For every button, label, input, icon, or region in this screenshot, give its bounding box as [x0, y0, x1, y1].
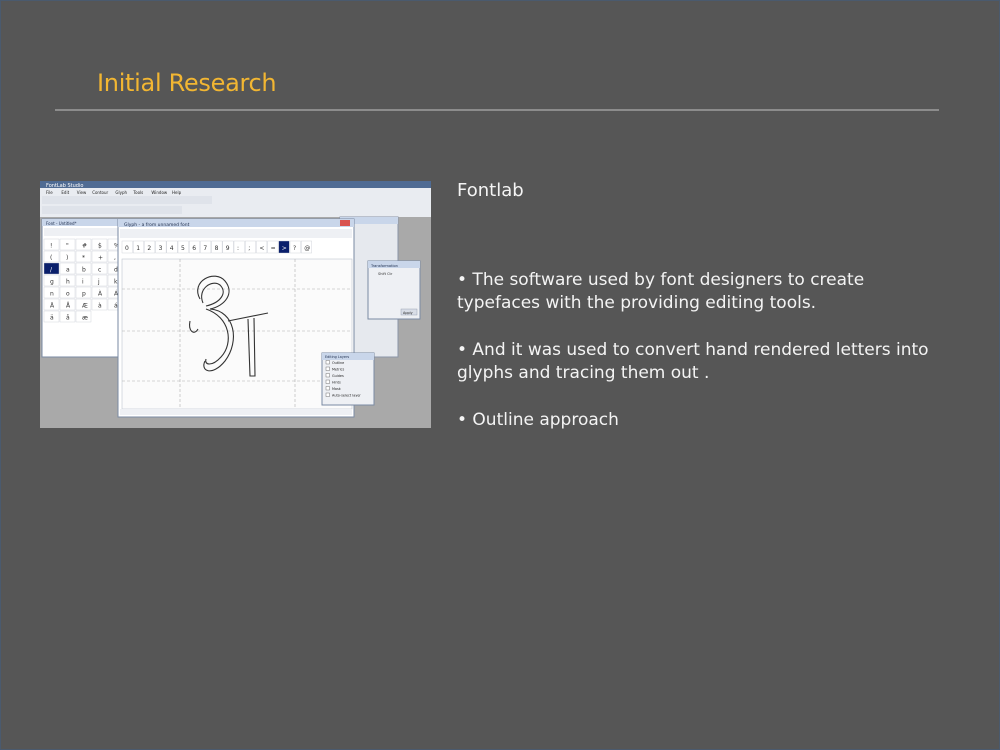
- glyph-cell[interactable]: >: [282, 245, 287, 252]
- layer-label: Guides: [332, 374, 344, 378]
- glyph-cell[interactable]: <: [259, 245, 264, 252]
- font-grid-glyph[interactable]: b: [82, 267, 86, 274]
- glyph-cell[interactable]: 5: [181, 245, 185, 252]
- menu-item[interactable]: Help: [172, 190, 182, 195]
- editing-layers-title: Editing Layers: [325, 355, 349, 359]
- font-grid-glyph[interactable]: o: [66, 291, 70, 298]
- section-heading: Fontlab: [457, 180, 524, 201]
- layer-checkbox[interactable]: [325, 366, 330, 371]
- menu-item[interactable]: Window: [151, 190, 168, 195]
- glyph-cell[interactable]: ?: [293, 245, 296, 252]
- layer-label: Mask: [332, 387, 341, 391]
- font-grid-glyph[interactable]: Æ: [82, 303, 88, 310]
- font-grid-glyph[interactable]: a: [66, 267, 70, 274]
- layer-checkbox[interactable]: [325, 379, 330, 384]
- font-grid-glyph[interactable]: d: [114, 267, 118, 274]
- font-window-title: Font - Untitled*: [46, 221, 77, 226]
- font-grid-glyph[interactable]: h: [66, 279, 70, 286]
- font-grid-glyph[interactable]: á: [114, 303, 118, 310]
- layer-label: Outline: [332, 361, 344, 365]
- font-grid-glyph[interactable]: ": [66, 243, 69, 250]
- transformation-title: Transformation: [370, 264, 398, 268]
- glyph-cell[interactable]: 2: [147, 245, 151, 252]
- layer-label: Metrics: [332, 368, 345, 372]
- font-grid-glyph[interactable]: n: [50, 291, 54, 298]
- glyph-cell[interactable]: 8: [215, 245, 219, 252]
- fontlab-screenshot-image: FontLab Studio File Edit View Contour Glyph T…: [40, 181, 431, 428]
- font-grid-glyph[interactable]: ): [66, 255, 68, 262]
- font-grid-glyph[interactable]: å: [66, 315, 70, 322]
- glyph-cell[interactable]: ;: [248, 245, 250, 252]
- layer-checkbox[interactable]: [325, 392, 330, 397]
- slide-title: Initial Research: [97, 69, 277, 97]
- layer-checkbox[interactable]: [325, 373, 330, 378]
- glyph-row: 0 1 2 3 4 5 6 7 8 9:; < = >? @: [121, 240, 312, 254]
- font-grid-glyph[interactable]: !: [50, 243, 52, 250]
- slide: Initial Research FontLab Studio File Edit…: [0, 0, 1000, 750]
- glyph-cell[interactable]: 9: [226, 245, 230, 252]
- glyph-cell[interactable]: 7: [203, 245, 207, 252]
- font-grid-glyph[interactable]: à: [98, 303, 102, 310]
- font-grid-glyph[interactable]: (: [50, 255, 52, 262]
- font-grid-glyph[interactable]: ä: [50, 315, 54, 322]
- glyph-cell[interactable]: :: [237, 245, 239, 252]
- app-title-text: FontLab Studio: [46, 183, 83, 189]
- glyph-cell[interactable]: 4: [170, 245, 174, 252]
- glyph-cell[interactable]: 1: [136, 245, 140, 252]
- menu-item[interactable]: File: [46, 190, 53, 195]
- font-grid-glyph[interactable]: æ: [82, 315, 88, 322]
- glyph-cell[interactable]: @: [304, 245, 310, 252]
- glyph-cell[interactable]: 3: [159, 245, 163, 252]
- bullet-item: • The software used by font designers to…: [457, 270, 865, 313]
- menu-item[interactable]: Contour: [92, 190, 108, 195]
- font-grid-glyph[interactable]: j: [97, 279, 100, 286]
- glyph-window-title: Glyph - a from unnamed font: [124, 222, 190, 228]
- font-grid-glyph[interactable]: *: [82, 255, 85, 262]
- menu-item[interactable]: Edit: [61, 190, 69, 195]
- bullet-list: • The software used by font designers to…: [457, 269, 937, 456]
- font-grid-glyph[interactable]: +: [98, 255, 103, 262]
- glyph-cell[interactable]: =: [271, 245, 276, 252]
- menu-item[interactable]: Glyph: [115, 190, 127, 195]
- layer-label: Hints: [332, 381, 341, 385]
- glyph-cell[interactable]: 6: [192, 245, 196, 252]
- font-grid-glyph[interactable]: #: [82, 243, 87, 250]
- fontlab-screenshot: FontLab Studio File Edit View Contour Glyph T…: [40, 181, 431, 428]
- font-grid-glyph[interactable]: g: [50, 279, 54, 286]
- font-grid-glyph[interactable]: $: [98, 243, 102, 250]
- font-grid-glyph[interactable]: ,: [114, 255, 116, 262]
- menu-item[interactable]: View: [77, 190, 87, 195]
- transformation-apply-button: Apply: [403, 311, 413, 315]
- menu-item[interactable]: Tools: [132, 190, 143, 195]
- transformation-field: Shift Ctr: [378, 272, 393, 276]
- font-grid-glyph[interactable]: k: [114, 279, 118, 286]
- layer-checkbox[interactable]: [325, 386, 330, 391]
- font-grid-glyph[interactable]: p: [82, 291, 86, 298]
- layer-checkbox[interactable]: [325, 360, 330, 365]
- bullet-item: • And it was used to convert hand render…: [457, 340, 929, 383]
- layer-label: Auto-select layer: [332, 394, 361, 398]
- title-divider: [55, 109, 939, 111]
- bullet-item: • Outline approach: [457, 410, 619, 430]
- glyph-cell[interactable]: 0: [125, 245, 129, 252]
- font-grid-glyph[interactable]: c: [98, 267, 101, 274]
